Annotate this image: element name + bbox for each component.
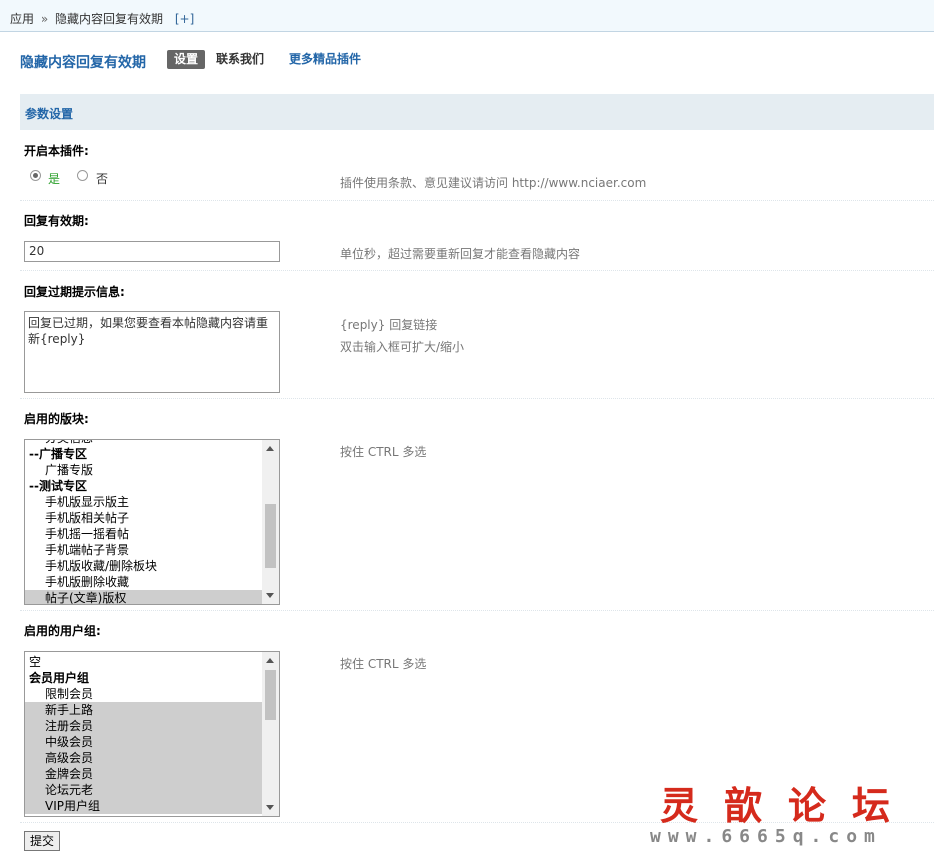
list-option[interactable]: 帖子(文章)版权 <box>25 590 262 604</box>
section-header: 参数设置 <box>20 94 934 130</box>
list-option[interactable]: 广播专版 <box>25 462 262 478</box>
enable-plugin-label: 开启本插件: <box>24 144 89 158</box>
tab-contact-us[interactable]: 联系我们 <box>209 50 271 69</box>
list-option[interactable]: 分类信息 <box>25 440 262 446</box>
tab-more-plugins[interactable]: 更多精品插件 <box>282 50 368 69</box>
list-option[interactable]: 注册会员 <box>25 718 262 734</box>
list-option[interactable]: VIP用户组 <box>25 798 262 814</box>
forums-multiselect[interactable]: 分类信息--广播专区广播专版--测试专区手机版显示版主手机版相关帖子手机摇一摇看… <box>24 439 280 605</box>
scroll-down-icon[interactable] <box>266 805 274 810</box>
row-divider <box>20 610 934 611</box>
scroll-down-icon[interactable] <box>266 593 274 598</box>
list-option[interactable]: 会员用户组 <box>25 670 262 686</box>
forums-options: 分类信息--广播专区广播专版--测试专区手机版显示版主手机版相关帖子手机摇一摇看… <box>25 440 262 604</box>
breadcrumb: 应用 » 隐藏内容回复有效期 [+] <box>10 10 194 27</box>
enable-hint: 插件使用条款、意见建议请访问 http://www.nciaer.com <box>340 176 647 190</box>
usergroups-label: 启用的用户组: <box>24 624 101 638</box>
usergroups-multiselect[interactable]: 空会员用户组 限制会员 新手上路 注册会员 中级会员 高级会员 金牌会员 论坛元老 VIP用户组 <box>24 651 280 817</box>
scroll-up-icon[interactable] <box>266 658 274 663</box>
scroll-up-icon[interactable] <box>266 446 274 451</box>
list-option[interactable]: 手机版显示版主 <box>25 494 262 510</box>
plugin-title[interactable]: 隐藏内容回复有效期 <box>20 52 146 72</box>
breadcrumb-root[interactable]: 应用 <box>10 12 34 26</box>
list-option[interactable]: 限制会员 <box>25 686 262 702</box>
row-divider <box>20 270 934 271</box>
textarea-resize-hint: 双击输入框可扩大/缩小 <box>340 340 465 354</box>
radio-yes[interactable] <box>30 170 41 181</box>
list-option[interactable]: 金牌会员 <box>25 766 262 782</box>
breadcrumb-current: 隐藏内容回复有效期 <box>55 12 164 26</box>
tab-settings[interactable]: 设置 <box>167 50 206 69</box>
list-option[interactable]: 空 <box>25 654 262 670</box>
usergroups-scrollbar[interactable] <box>262 652 279 816</box>
list-option[interactable]: 中级会员 <box>25 734 262 750</box>
breadcrumb-separator: » <box>40 12 49 26</box>
radio-no-label[interactable]: 否 <box>96 170 108 187</box>
section-title: 参数设置 <box>25 107 74 121</box>
add-shortcut-link[interactable]: [+] <box>175 12 194 26</box>
list-option[interactable]: 手机版相关帖子 <box>25 510 262 526</box>
scroll-thumb[interactable] <box>265 670 276 720</box>
list-option[interactable]: 高级会员 <box>25 750 262 766</box>
scroll-thumb[interactable] <box>265 504 276 568</box>
reply-placeholder-hint: {reply} 回复链接 <box>340 318 438 332</box>
forums-hint: 按住 CTRL 多选 <box>340 445 427 459</box>
forums-scrollbar[interactable] <box>262 440 279 604</box>
validity-hint: 单位秒，超过需要重新回复才能查看隐藏内容 <box>340 247 581 261</box>
watermark-logo: 灵歆论坛 <box>660 783 917 828</box>
list-option[interactable]: 手机版收藏/删除板块 <box>25 558 262 574</box>
list-option[interactable]: --广播专区 <box>25 446 262 462</box>
usergroups-hint: 按住 CTRL 多选 <box>340 657 427 671</box>
list-option[interactable]: 手机摇一摇看帖 <box>25 526 262 542</box>
expired-message-textarea[interactable]: 回复已过期，如果您要查看本帖隐藏内容请重新{reply} <box>24 311 280 393</box>
expired-message-label: 回复过期提示信息: <box>24 285 125 299</box>
row-divider <box>20 200 934 201</box>
watermark-url: www.6665q.com <box>650 826 882 847</box>
validity-input[interactable]: 20 <box>24 241 280 262</box>
list-option[interactable]: --测试专区 <box>25 478 262 494</box>
list-option[interactable]: 手机端帖子背景 <box>25 542 262 558</box>
usergroups-options: 空会员用户组 限制会员 新手上路 注册会员 中级会员 高级会员 金牌会员 论坛元老 VIP用户组 <box>25 654 262 816</box>
radio-yes-label[interactable]: 是 <box>48 170 60 187</box>
submit-button[interactable]: 提交 <box>24 831 60 851</box>
list-option[interactable]: 手机版删除收藏 <box>25 574 262 590</box>
forums-label: 启用的版块: <box>24 412 89 426</box>
list-option[interactable]: 论坛元老 <box>25 782 262 798</box>
list-option[interactable]: 新手上路 <box>25 702 262 718</box>
radio-no[interactable] <box>77 170 88 181</box>
validity-label: 回复有效期: <box>24 214 89 228</box>
top-breadcrumb-bar: 应用 » 隐藏内容回复有效期 [+] <box>0 0 934 32</box>
row-divider <box>20 398 934 399</box>
